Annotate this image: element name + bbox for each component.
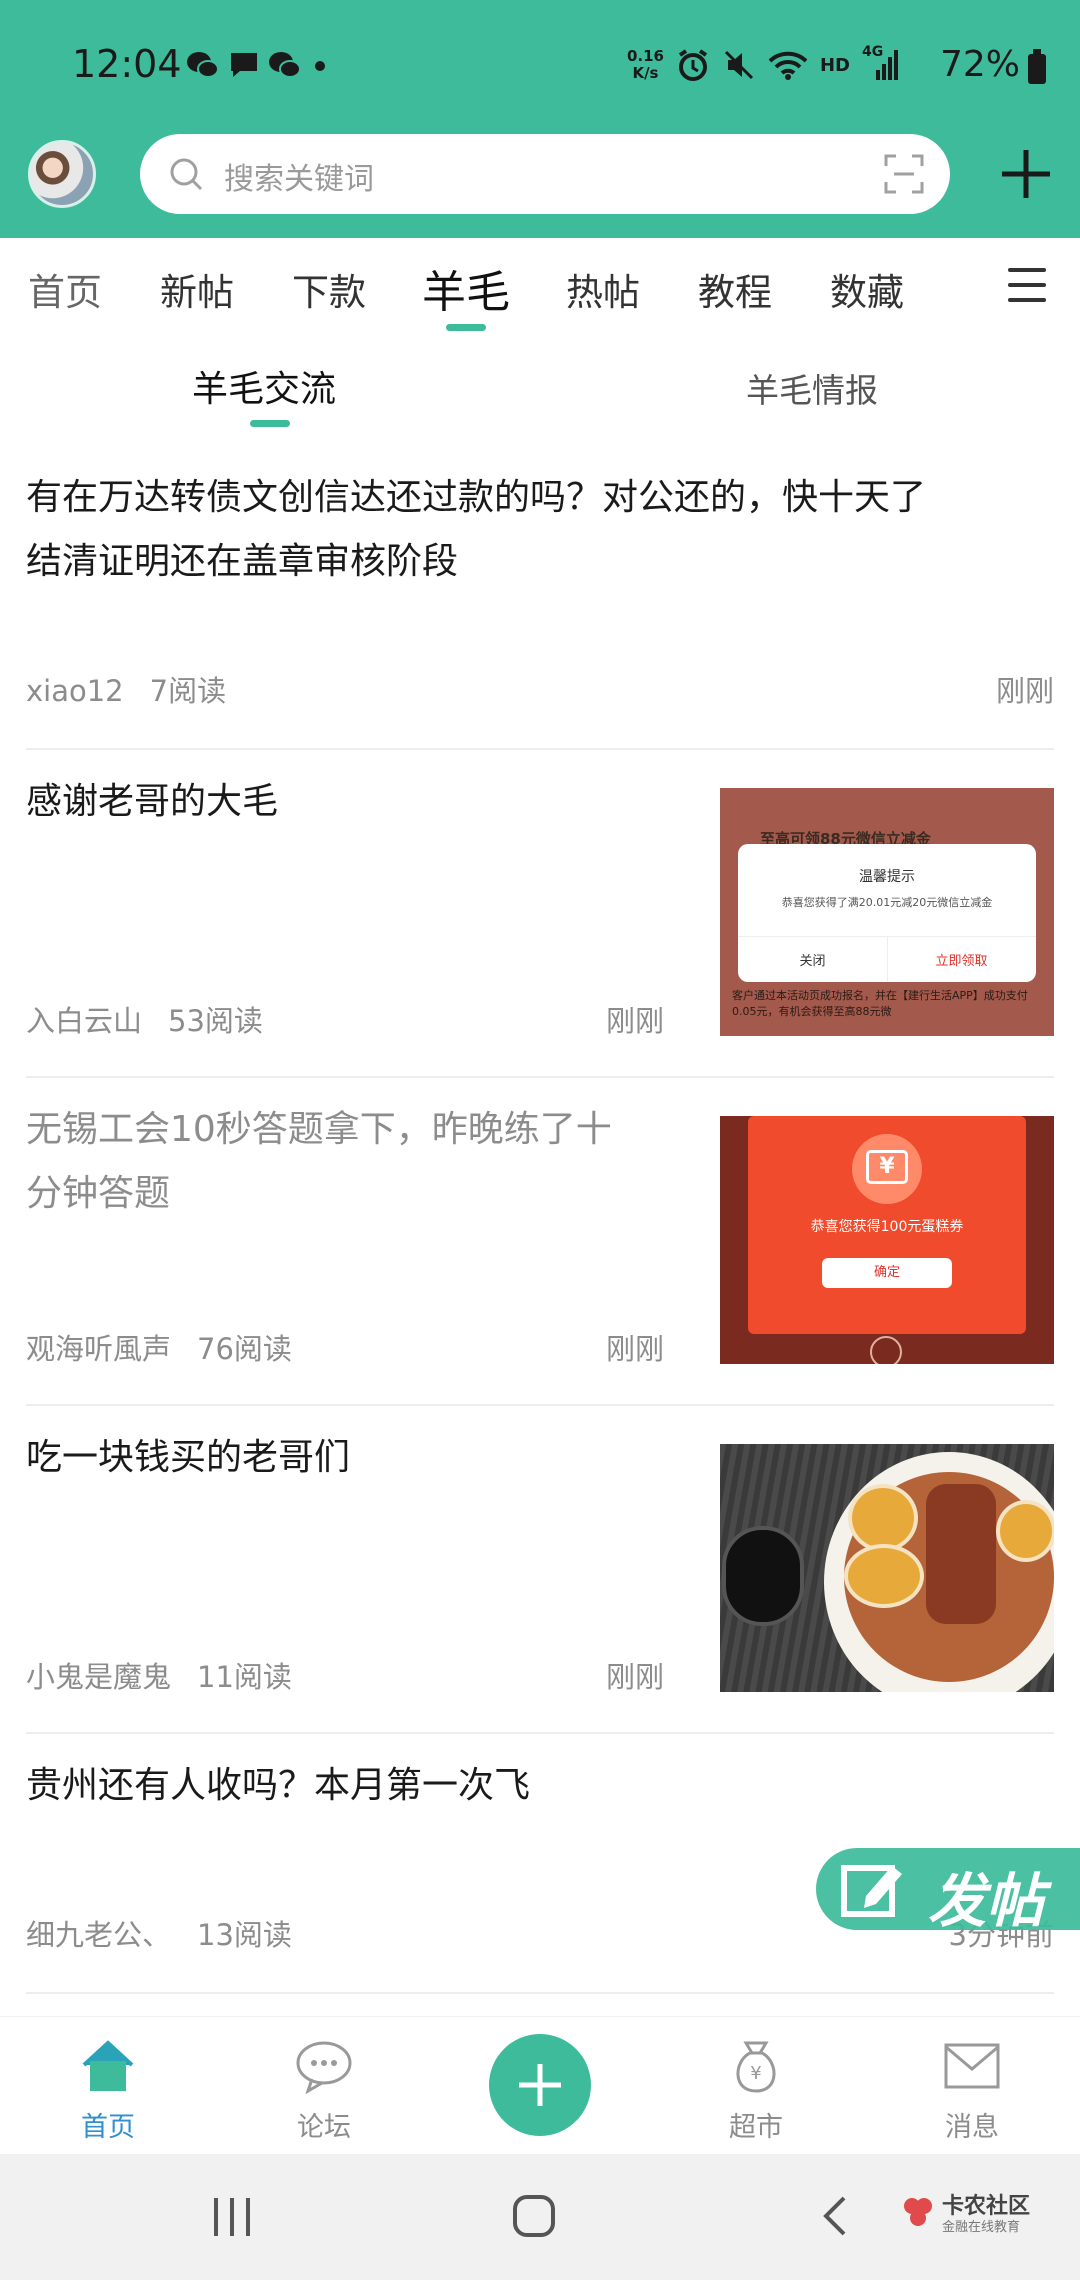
net-speed: 0.16 K/s	[626, 47, 664, 82]
top-bar: 12:04 0.16 K/s HD 4G 72% 搜索关键词	[0, 0, 1080, 238]
post-thumbnail[interactable]: 至高可领88元微信立减金 温馨提示 恭喜您获得了满20.01元减20元微信立减金…	[720, 788, 1054, 1036]
mail-icon	[944, 2043, 1000, 2089]
mute-icon	[724, 50, 754, 80]
alarm-icon	[678, 49, 708, 81]
hd-indicator: HD	[819, 54, 850, 76]
post-time: 刚刚	[605, 1004, 664, 1038]
home-button-icon[interactable]	[512, 2194, 556, 2238]
post-meta: 细九老公、 13阅读	[26, 1912, 292, 1954]
post-title: 贵州还有人收吗？本月第一次飞	[26, 1765, 531, 1806]
post-reads: 53阅读	[168, 1004, 263, 1038]
system-icons: 0.16 K/s HD 4G	[626, 44, 900, 82]
post-title: 有在万达转债文创信达还过款的吗？对公还的，快十天了 结清证明还在盖章审核阶段	[26, 477, 927, 582]
post-thumbnail[interactable]	[720, 1444, 1054, 1692]
post-item[interactable]: 有在万达转债文创信达还过款的吗？对公还的，快十天了 结清证明还在盖章审核阶段 xi…	[26, 448, 1054, 750]
create-post-button[interactable]: 发帖	[816, 1848, 1080, 1935]
nav-market[interactable]: ¥ 超市	[676, 2017, 836, 2155]
wechat-icon	[269, 52, 301, 78]
post-meta: 观海听風声 76阅读	[26, 1326, 292, 1368]
post-meta: xiao12 7阅读	[26, 668, 226, 710]
back-icon[interactable]	[820, 2194, 850, 2238]
tab-hot-posts[interactable]: 热帖	[566, 262, 640, 316]
tab-home[interactable]: 首页	[28, 262, 102, 316]
app-screen: 12:04 0.16 K/s HD 4G 72% 搜索关键词 首页 新帖 下款 …	[0, 0, 1080, 2280]
post-author: xiao12	[26, 674, 124, 708]
money-bag-icon: ¥	[736, 2041, 776, 2093]
dot-icon	[315, 61, 325, 71]
watermark-logo: 卡农社区 金融在线教育	[900, 2188, 1060, 2248]
category-tabs: 首页 新帖 下款 羊毛 热帖 教程 数藏	[0, 238, 1080, 338]
tab-collectibles[interactable]: 数藏	[830, 262, 904, 316]
plus-icon	[519, 2064, 561, 2106]
post-item[interactable]: 感谢老哥的大毛 入白云山 53阅读 刚刚 至高可领88元微信立减金 温馨提示 恭喜…	[26, 752, 1054, 1078]
battery-percent: 72%	[939, 44, 1020, 85]
nav-forum[interactable]: 论坛	[244, 2017, 404, 2155]
post-title: 吃一块钱买的老哥们	[26, 1437, 351, 1478]
home-icon	[82, 2040, 134, 2091]
add-icon[interactable]	[998, 146, 1054, 202]
post-author: 细九老公、	[26, 1918, 172, 1952]
menu-icon[interactable]	[1008, 268, 1046, 302]
scan-icon[interactable]	[884, 154, 924, 194]
post-meta: 入白云山 53阅读	[26, 998, 263, 1040]
tab-new-posts[interactable]: 新帖	[160, 262, 234, 316]
post-author: 入白云山	[26, 1004, 143, 1038]
post-time: 刚刚	[605, 1660, 664, 1694]
nav-messages[interactable]: 消息	[892, 2017, 1052, 2155]
status-time: 12:04	[72, 42, 182, 86]
chat-icon	[296, 2041, 352, 2095]
post-reads: 7阅读	[149, 674, 227, 708]
tab-wool[interactable]: 羊毛	[422, 256, 510, 320]
post-title: 感谢老哥的大毛	[26, 781, 279, 822]
nav-home[interactable]: 首页	[28, 2017, 188, 2155]
subtab-wool-exchange[interactable]: 羊毛交流	[192, 360, 336, 412]
post-reads: 76阅读	[197, 1332, 292, 1366]
logo-icon	[904, 2198, 932, 2226]
edit-icon	[841, 1865, 902, 1917]
post-thumbnail[interactable]: ¥ 恭喜您获得100元蛋糕券 确定	[720, 1116, 1054, 1364]
subtab-wool-intel[interactable]: 羊毛情报	[746, 364, 878, 412]
message-icon	[231, 53, 257, 77]
tab-tutorials[interactable]: 教程	[698, 262, 772, 316]
tab-loans[interactable]: 下款	[292, 262, 366, 316]
battery-icon	[1028, 49, 1046, 84]
post-reads: 11阅读	[197, 1660, 292, 1694]
post-title: 无锡工会10秒答题拿下，昨晚练了十 分钟答题	[26, 1109, 612, 1214]
search-bar[interactable]: 搜索关键词	[140, 134, 950, 214]
search-icon	[170, 158, 203, 191]
post-author: 观海听風声	[26, 1332, 172, 1366]
wechat-icon	[187, 52, 219, 78]
post-item[interactable]: 吃一块钱买的老哥们 小鬼是魔鬼 11阅读 刚刚	[26, 1408, 1054, 1734]
post-author: 小鬼是魔鬼	[26, 1660, 172, 1694]
wifi-icon	[768, 51, 808, 80]
center-add-button[interactable]	[489, 2034, 591, 2136]
recent-apps-icon[interactable]	[210, 2196, 254, 2238]
notification-icons	[186, 50, 330, 80]
post-time: 刚刚	[995, 674, 1054, 708]
post-item[interactable]: 无锡工会10秒答题拿下，昨晚练了十 分钟答题 观海听風声 76阅读 刚刚 ¥ 恭喜您…	[26, 1080, 1054, 1406]
post-reads: 13阅读	[197, 1918, 292, 1952]
active-subtab-indicator	[250, 420, 290, 427]
post-time: 刚刚	[605, 1332, 664, 1366]
search-placeholder: 搜索关键词	[224, 162, 374, 197]
svg-text:¥: ¥	[750, 2063, 761, 2084]
sub-tabs: 羊毛交流 羊毛情报	[0, 340, 1080, 440]
signal-icon: 4G	[862, 44, 900, 82]
create-post-label: 发帖	[928, 1867, 1045, 1935]
post-meta: 小鬼是魔鬼 11阅读	[26, 1654, 292, 1696]
active-tab-indicator	[446, 324, 486, 331]
status-bar: 12:04 0.16 K/s HD 4G 72%	[0, 40, 1080, 100]
user-avatar[interactable]	[28, 140, 96, 208]
